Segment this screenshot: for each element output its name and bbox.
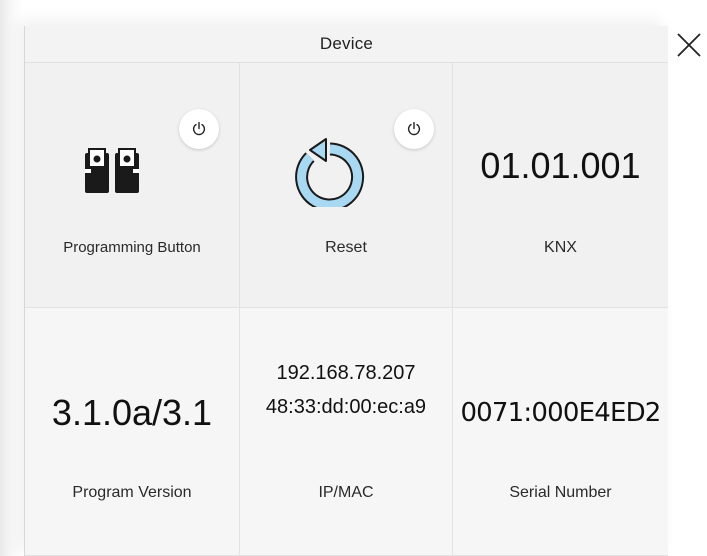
device-dialog: Device Programming Button Reset 01.01.00… (24, 26, 668, 556)
mac-address: 48:33:dd:00:ec:a9 (265, 396, 427, 418)
knx-cell: 01.01.001 KNX (453, 63, 668, 308)
programming-button-icon (85, 148, 139, 193)
knx-label: KNX (544, 239, 577, 256)
serial-number-value: 0071:000E4ED2 (460, 398, 661, 428)
program-version-label: Program Version (72, 484, 192, 501)
power-icon (192, 121, 206, 136)
ip-address: 192.168.78.207 (276, 362, 416, 384)
reset-cell[interactable]: Reset (240, 63, 453, 308)
programming-power-button[interactable] (179, 109, 219, 149)
serial-number-cell: 0071:000E4ED2 Serial Number (453, 308, 668, 556)
programming-button-cell[interactable]: Programming Button (25, 63, 240, 308)
ip-mac-cell: 192.168.78.207 48:33:dd:00:ec:a9 IP/MAC (240, 308, 453, 556)
dialog-titlebar: Device (25, 26, 668, 63)
reset-power-button[interactable] (394, 109, 434, 149)
program-version-cell: 3.1.0a/3.1 Program Version (25, 308, 240, 556)
serial-number-label: Serial Number (509, 484, 612, 501)
dialog-title: Device (319, 34, 374, 53)
power-icon (407, 121, 421, 136)
reset-icon (295, 138, 365, 207)
ip-mac-label: IP/MAC (318, 484, 374, 501)
reset-label: Reset (325, 239, 367, 256)
programming-button-label: Programming Button (63, 239, 201, 256)
knx-address: 01.01.001 (480, 145, 641, 186)
device-info-grid: Programming Button Reset 01.01.001 KNX 3… (25, 63, 668, 556)
close-button[interactable] (674, 30, 704, 60)
close-icon (677, 33, 701, 57)
program-version-value: 3.1.0a/3.1 (51, 392, 213, 433)
